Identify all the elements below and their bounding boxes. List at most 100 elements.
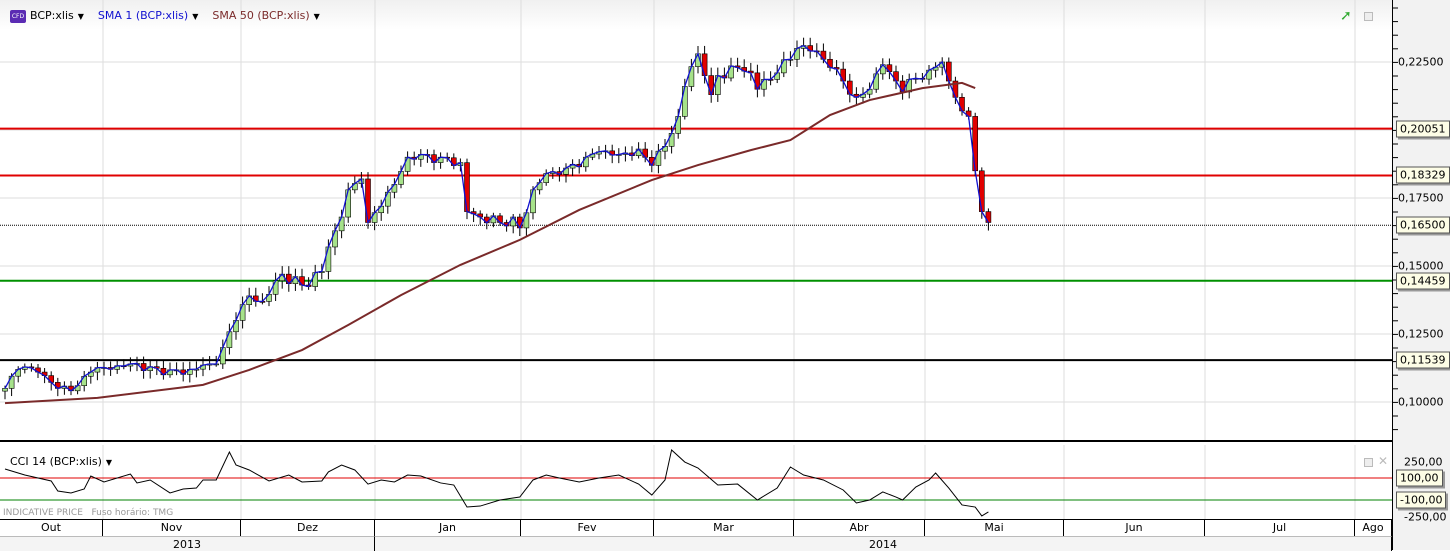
candle [437, 152, 444, 169]
symbol-label: BCP:xlis [30, 9, 74, 22]
cci-tick-label: -250,00 [1404, 510, 1447, 523]
candle [246, 287, 252, 312]
candle [926, 65, 932, 85]
candle [701, 45, 708, 84]
candle [450, 153, 457, 170]
sma50-selector[interactable]: SMA 50 (BCP:xlis) ▼ [212, 9, 319, 22]
price-tick-label: 0,17500 [1398, 191, 1444, 205]
candle [180, 362, 186, 382]
candle [807, 37, 814, 59]
cci-line [4, 448, 989, 517]
candle [417, 149, 424, 167]
candle [187, 361, 193, 383]
price-tick-label: 0,12500 [1398, 327, 1444, 341]
trend-icon[interactable]: ➚ [1340, 8, 1352, 24]
candle [94, 361, 101, 381]
candle-body [701, 53, 708, 76]
chart-legend: CFD BCP:xlis ▼ SMA 1 (BCP:xlis) ▼ SMA 50 (B… [10, 9, 320, 23]
candle [582, 151, 589, 172]
sma50-label: SMA 50 (BCP:xlis) [212, 9, 310, 23]
candle [299, 268, 305, 291]
candle [734, 57, 741, 72]
sma1-label: SMA 1 (BCP:xlis) [97, 9, 189, 23]
year-label: 2013 [0, 536, 375, 551]
candle-body [675, 116, 682, 134]
candle-body [530, 189, 536, 214]
candle-body [239, 304, 246, 321]
candle [253, 287, 259, 307]
candle-body [2, 388, 8, 392]
cfd-icon: CFD [10, 9, 26, 23]
candle [371, 206, 378, 231]
candle [932, 62, 939, 78]
month-label: Out [0, 520, 103, 536]
candle-body [873, 73, 880, 90]
level-price-label: 0,18329 [1396, 166, 1450, 184]
candle-body [332, 230, 338, 248]
symbol-selector[interactable]: CFD BCP:xlis ▼ [10, 9, 84, 23]
candle-body [668, 133, 675, 147]
panel-divider[interactable] [0, 440, 1450, 442]
candle [615, 148, 622, 164]
candle-body [714, 75, 721, 95]
candle [569, 159, 576, 177]
level-price-label: 0,11539 [1396, 351, 1450, 369]
month-label: Jan [375, 520, 521, 536]
dropdown-icon: ▼ [313, 12, 320, 22]
close-icon[interactable]: ✕ [1378, 454, 1388, 468]
candle-body [846, 80, 853, 95]
dropdown-icon: ▼ [192, 12, 199, 22]
candle [708, 67, 715, 103]
candle [68, 381, 74, 396]
price-chart[interactable]: CFD BCP:xlis ▼ SMA 1 (BCP:xlis) ▼ SMA 50 (B… [0, 0, 1392, 440]
candle-body [959, 97, 965, 112]
candle-body [345, 189, 352, 218]
cci-label: CCI 14 (BCP:xlis) [10, 455, 102, 468]
candle-body [384, 191, 391, 207]
maximize-icon[interactable] [1364, 458, 1373, 467]
candle [312, 264, 319, 292]
candle [754, 64, 761, 98]
candle [906, 73, 913, 99]
candle [846, 73, 853, 103]
dropdown-icon: ▼ [105, 458, 113, 467]
cci-level-label: 100,00 [1396, 469, 1443, 487]
month-label: Abr [794, 520, 925, 536]
time-axis[interactable]: Out Nov Dez Jan Fev Mar Abr Mai Jun Jul Ago 2013 201… [0, 519, 1392, 551]
candle-body [681, 86, 688, 117]
candle [761, 71, 767, 97]
level-price-label: 0,16500 [1396, 216, 1450, 234]
candle-body [523, 212, 530, 229]
month-label: Jul [1205, 520, 1355, 536]
candle [655, 143, 662, 174]
month-label: Dez [241, 520, 375, 536]
candle [88, 366, 94, 384]
month-label: Mai [925, 520, 1064, 536]
sma1-line [4, 44, 989, 392]
month-label: Mar [654, 520, 794, 536]
candle-body [728, 65, 734, 79]
candle [549, 167, 556, 179]
cci-level-label: -100,00 [1396, 491, 1447, 509]
candle-body [708, 75, 715, 95]
candle [147, 359, 153, 379]
candle-body [8, 375, 15, 389]
level-price-label: 0,14459 [1396, 272, 1450, 290]
candle-body [945, 61, 952, 82]
month-label: Nov [103, 520, 241, 536]
candle [213, 355, 219, 367]
candle-body [312, 272, 319, 287]
candle [794, 40, 800, 67]
dropdown-icon: ▼ [77, 12, 84, 21]
cci-selector[interactable]: CCI 14 (BCP:xlis) ▼ [10, 455, 112, 468]
cci-tick-label: 250,00 [1404, 455, 1443, 468]
candle [404, 151, 411, 176]
cci-panel[interactable]: CCI 14 (BCP:xlis) ▼ INDICATIVE PRICE Fuso… [0, 445, 1392, 519]
price-tick-label: 0,22500 [1398, 55, 1444, 69]
maximize-icon[interactable] [1364, 12, 1373, 21]
candle [272, 272, 279, 301]
candle-body [272, 280, 279, 295]
candle-body [464, 162, 470, 212]
sma1-selector[interactable]: SMA 1 (BCP:xlis) ▼ [98, 9, 198, 22]
candle [893, 65, 899, 90]
